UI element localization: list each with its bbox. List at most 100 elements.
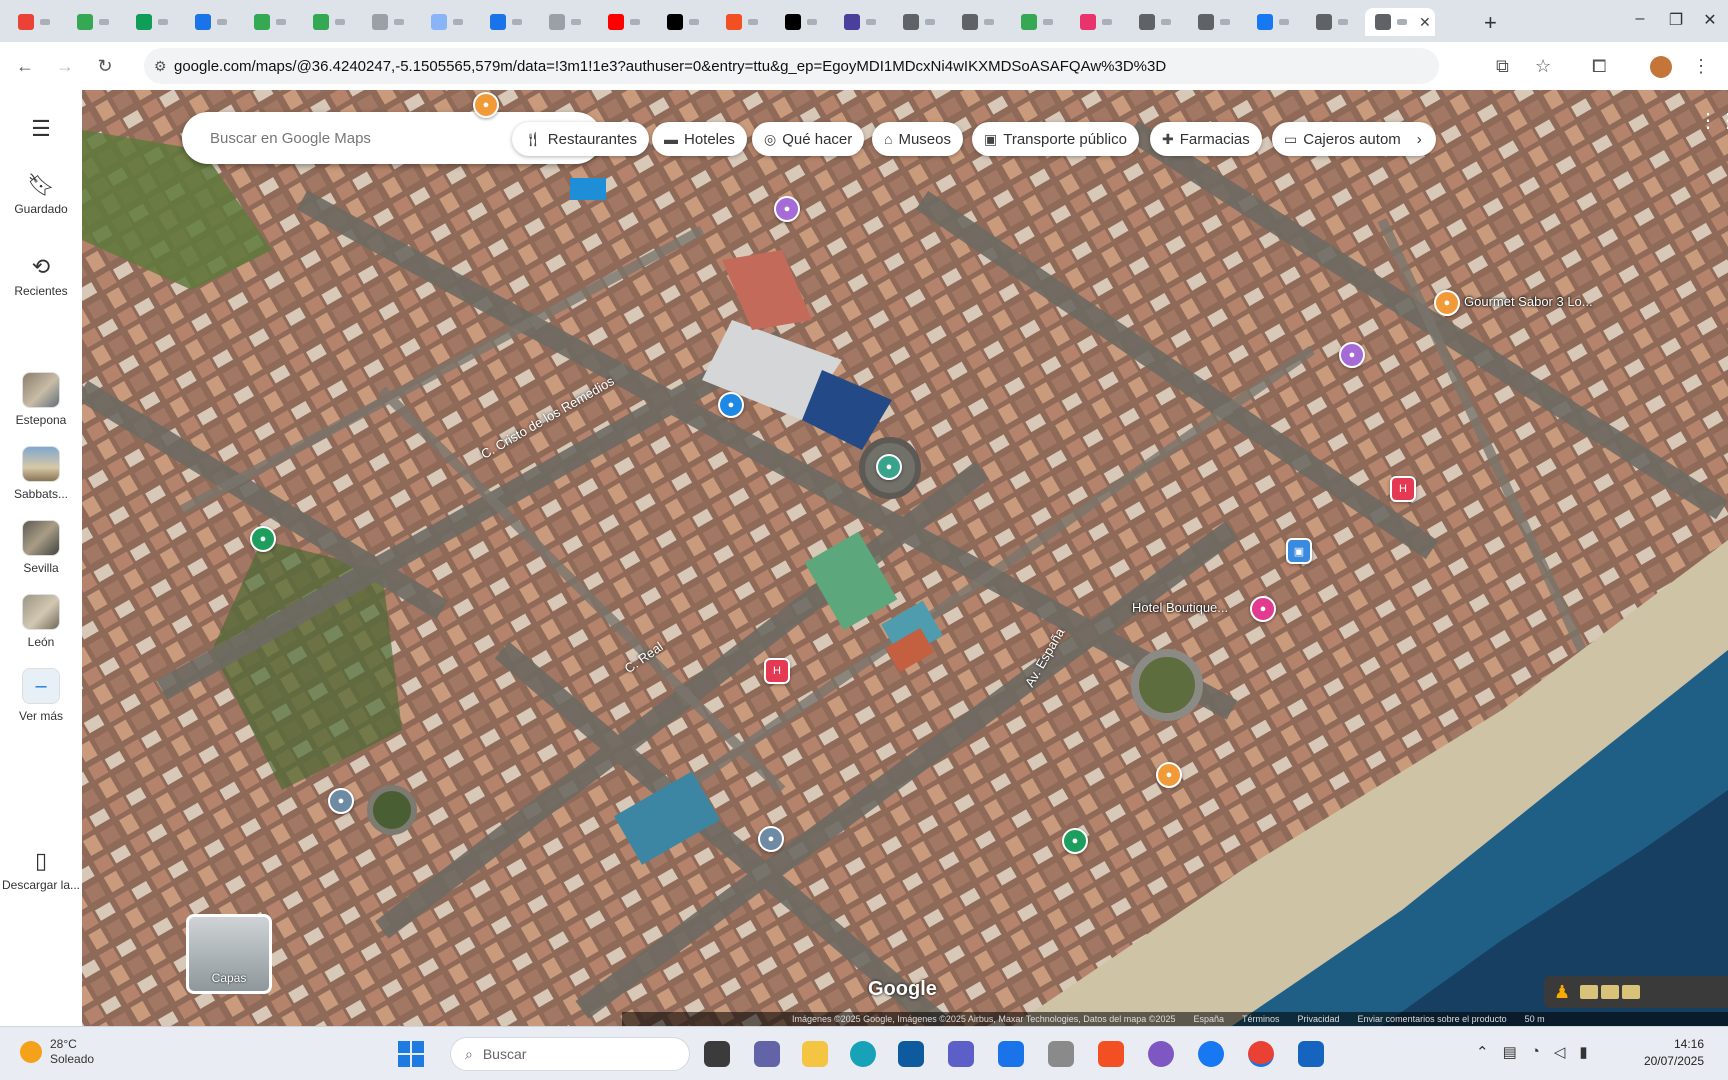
volume-icon[interactable]: ◁ <box>1554 1043 1566 1061</box>
browser-tab[interactable] <box>1306 8 1360 36</box>
chip-restaurants[interactable]: 🍴︎ Restaurantes <box>512 122 649 156</box>
taskbar-search[interactable]: ⌕ Buscar <box>450 1037 690 1071</box>
browser-tab[interactable] <box>480 8 534 36</box>
chip-things-to-do[interactable]: ◎ Qué hacer <box>752 122 865 156</box>
browser-tab[interactable]: ✕ <box>1365 8 1435 36</box>
browser-tab[interactable] <box>8 8 62 36</box>
chrome-icon[interactable] <box>1248 1041 1274 1067</box>
chevron-right-icon[interactable]: › <box>1417 131 1422 148</box>
edge-icon[interactable] <box>850 1041 876 1067</box>
transit-pin-icon[interactable]: ▣ <box>1286 538 1312 564</box>
poi-label[interactable]: Hotel Boutique... <box>1132 600 1228 615</box>
close-window-button[interactable]: ✕ <box>1700 10 1720 30</box>
browser-tab[interactable] <box>303 8 357 36</box>
install-app-icon[interactable]: ⧉ <box>1496 56 1509 77</box>
teams-icon[interactable] <box>754 1041 780 1067</box>
forward-button[interactable]: → <box>54 56 76 77</box>
poi-label[interactable]: Gourmet Sabor 3 Lo... <box>1464 294 1593 309</box>
recent-place-2[interactable]: Sabbats... <box>0 446 82 501</box>
browser-tab[interactable] <box>598 8 652 36</box>
extensions-icon[interactable]: ⧠ <box>1592 56 1606 77</box>
browser-tab[interactable] <box>421 8 475 36</box>
chip-hotels[interactable]: ▬ Hoteles <box>652 122 747 156</box>
maximize-button[interactable]: ❐ <box>1666 10 1686 30</box>
facebook-icon[interactable] <box>1198 1041 1224 1067</box>
calendar-icon[interactable] <box>998 1041 1024 1067</box>
bookmark-star-icon[interactable]: ☆ <box>1535 56 1551 77</box>
park-pin-icon[interactable]: ● <box>876 454 902 480</box>
chevron-up-icon[interactable]: ⌃ <box>1476 1043 1489 1061</box>
browser-tab[interactable] <box>539 8 593 36</box>
store-icon[interactable] <box>898 1041 924 1067</box>
download-app-button[interactable]: ▯ Descargar la... <box>0 848 82 892</box>
weather-widget[interactable]: 28°C Soleado <box>20 1037 94 1067</box>
shopping-pin-icon[interactable]: ● <box>1250 596 1276 622</box>
chip-museums[interactable]: ⌂ Museos <box>872 122 963 156</box>
place-pin-icon[interactable]: ● <box>328 788 354 814</box>
close-tab-icon[interactable]: ✕ <box>1419 14 1431 31</box>
browser-tab[interactable] <box>67 8 121 36</box>
browser-tab[interactable] <box>1129 8 1183 36</box>
browser-tab[interactable] <box>1188 8 1242 36</box>
photos-icon[interactable] <box>1148 1041 1174 1067</box>
app-tray-icon[interactable]: ▤ <box>1503 1043 1517 1061</box>
outlook-icon[interactable] <box>1298 1041 1324 1067</box>
back-button[interactable]: ← <box>14 56 36 77</box>
minimize-button[interactable]: – <box>1630 10 1650 28</box>
microsoft-icon[interactable] <box>1098 1041 1124 1067</box>
screen-icon[interactable] <box>1048 1041 1074 1067</box>
pegman-icon[interactable]: ♟ <box>1554 982 1570 1003</box>
park-pin-icon[interactable]: ● <box>1062 828 1088 854</box>
scale-label[interactable]: 50 m <box>1525 1014 1545 1024</box>
privacy-link[interactable]: Privacidad <box>1298 1014 1340 1024</box>
hotel-pin-icon[interactable]: H <box>1390 476 1416 502</box>
battery-icon[interactable]: ▮ <box>1579 1043 1587 1061</box>
browser-tab[interactable] <box>362 8 416 36</box>
taskbar-search-input[interactable]: Buscar <box>483 1046 527 1062</box>
browser-tab[interactable] <box>834 8 888 36</box>
file-explorer-dark-icon[interactable] <box>704 1041 730 1067</box>
chip-public-transport[interactable]: ▣ Transporte público <box>972 122 1139 156</box>
wifi-icon[interactable]: ◔ <box>1531 1043 1540 1061</box>
chip-atms[interactable]: ▭ Cajeros autom › <box>1272 122 1436 156</box>
clock[interactable]: 14:16 20/07/2025 <box>1632 1036 1704 1070</box>
recent-place-estepona[interactable]: Estepona <box>0 372 82 427</box>
browser-tab[interactable] <box>185 8 239 36</box>
see-more-button[interactable]: – Ver más <box>0 668 82 723</box>
browser-menu-icon[interactable]: ⋮ <box>1692 56 1710 77</box>
rail-item-recents[interactable]: ⟲ Recientes <box>0 254 82 298</box>
feedback-link[interactable]: Enviar comentarios sobre el producto <box>1358 1014 1507 1024</box>
browser-tab[interactable] <box>952 8 1006 36</box>
place-pin-icon[interactable]: ● <box>758 826 784 852</box>
park-pin-icon[interactable]: ● <box>250 526 276 552</box>
recent-place-leon[interactable]: León <box>0 594 82 649</box>
new-tab-button[interactable]: + <box>1484 10 1497 36</box>
browser-tab[interactable] <box>893 8 947 36</box>
browser-tab[interactable] <box>244 8 298 36</box>
menu-button[interactable]: ☰ <box>0 116 82 146</box>
street-view-thumbnails[interactable] <box>1580 985 1641 999</box>
satellite-map-canvas[interactable]: Buscar en Google Maps ⌕ ➜ 🍴︎Restaurantes… <box>82 90 1728 1026</box>
apps-grid-icon[interactable]: ⋮⋮⋮ <box>1698 108 1728 133</box>
rail-item-saved[interactable]: 🔖︎ Guardado <box>0 172 82 216</box>
browser-tab[interactable] <box>1247 8 1301 36</box>
site-info-icon[interactable]: ⚙ <box>154 58 167 75</box>
start-button[interactable] <box>398 1041 424 1067</box>
chip-pharmacies[interactable]: ✚ Farmacias <box>1150 122 1262 156</box>
search-input[interactable]: Buscar en Google Maps <box>210 130 523 147</box>
browser-tab[interactable] <box>775 8 829 36</box>
hotel-pin-icon[interactable]: H <box>764 658 790 684</box>
folder-icon[interactable] <box>802 1041 828 1067</box>
terms-link[interactable]: Términos <box>1242 1014 1280 1024</box>
restaurant-pin-icon[interactable]: ● <box>1434 290 1460 316</box>
layers-button[interactable]: Capas <box>186 914 272 994</box>
browser-tab[interactable] <box>1011 8 1065 36</box>
browser-tab[interactable] <box>1070 8 1124 36</box>
profile-avatar[interactable] <box>1650 56 1672 78</box>
address-bar[interactable]: ⚙ google.com/maps/@36.4240247,-5.1505565… <box>144 48 1439 84</box>
restaurant-pin-icon[interactable]: ● <box>1156 762 1182 788</box>
browser-tab[interactable] <box>657 8 711 36</box>
browser-tab[interactable] <box>126 8 180 36</box>
word-app-icon[interactable] <box>948 1041 974 1067</box>
info-pin-icon[interactable]: ● <box>718 392 744 418</box>
